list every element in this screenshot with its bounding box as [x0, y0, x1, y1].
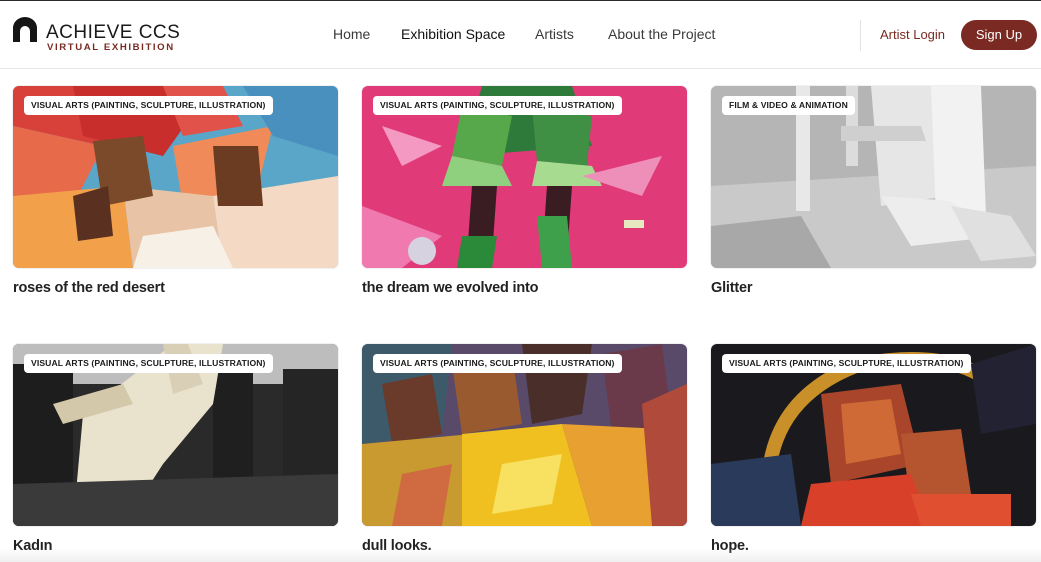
artist-login-link[interactable]: Artist Login — [880, 27, 945, 42]
nav-artists[interactable]: Artists — [535, 26, 574, 42]
nav-divider — [860, 20, 861, 51]
artwork-card[interactable]: VISUAL ARTS (PAINTING, SCULPTURE, ILLUST… — [362, 344, 687, 562]
nav-about-the-project[interactable]: About the Project — [608, 26, 715, 42]
artwork-card[interactable]: VISUAL ARTS (PAINTING, SCULPTURE, ILLUST… — [13, 86, 338, 316]
nav-exhibition-space[interactable]: Exhibition Space — [401, 26, 505, 42]
category-tag: VISUAL ARTS (PAINTING, SCULPTURE, ILLUST… — [373, 354, 622, 373]
artwork-card[interactable]: VISUAL ARTS (PAINTING, SCULPTURE, ILLUST… — [362, 86, 687, 316]
artwork-card[interactable]: VISUAL ARTS (PAINTING, SCULPTURE, ILLUST… — [711, 344, 1036, 562]
artwork-image[interactable]: VISUAL ARTS (PAINTING, SCULPTURE, ILLUST… — [13, 344, 338, 526]
category-tag: FILM & VIDEO & ANIMATION — [722, 96, 855, 115]
category-tag: VISUAL ARTS (PAINTING, SCULPTURE, ILLUST… — [373, 96, 622, 115]
artwork-image[interactable]: VISUAL ARTS (PAINTING, SCULPTURE, ILLUST… — [711, 344, 1036, 526]
category-tag: VISUAL ARTS (PAINTING, SCULPTURE, ILLUST… — [722, 354, 971, 373]
category-tag: VISUAL ARTS (PAINTING, SCULPTURE, ILLUST… — [24, 96, 273, 115]
artwork-image[interactable]: VISUAL ARTS (PAINTING, SCULPTURE, ILLUST… — [362, 86, 687, 268]
artwork-title[interactable]: Glitter — [711, 280, 753, 296]
artwork-card[interactable]: FILM & VIDEO & ANIMATION Glitter — [711, 86, 1036, 316]
artwork-image[interactable]: VISUAL ARTS (PAINTING, SCULPTURE, ILLUST… — [13, 86, 338, 268]
category-tag: VISUAL ARTS (PAINTING, SCULPTURE, ILLUST… — [24, 354, 273, 373]
scroll-fade — [0, 548, 1041, 562]
top-navigation-bar: ACHIEVE CCS VIRTUAL EXHIBITION Home Exhi… — [0, 0, 1041, 69]
sign-up-button[interactable]: Sign Up — [961, 20, 1037, 50]
artwork-title[interactable]: roses of the red desert — [13, 280, 165, 296]
artwork-card[interactable]: VISUAL ARTS (PAINTING, SCULPTURE, ILLUST… — [13, 344, 338, 562]
nav-home[interactable]: Home — [333, 26, 370, 42]
artwork-image[interactable]: VISUAL ARTS (PAINTING, SCULPTURE, ILLUST… — [362, 344, 687, 526]
artwork-title[interactable]: the dream we evolved into — [362, 280, 539, 296]
artwork-image[interactable]: FILM & VIDEO & ANIMATION — [711, 86, 1036, 268]
